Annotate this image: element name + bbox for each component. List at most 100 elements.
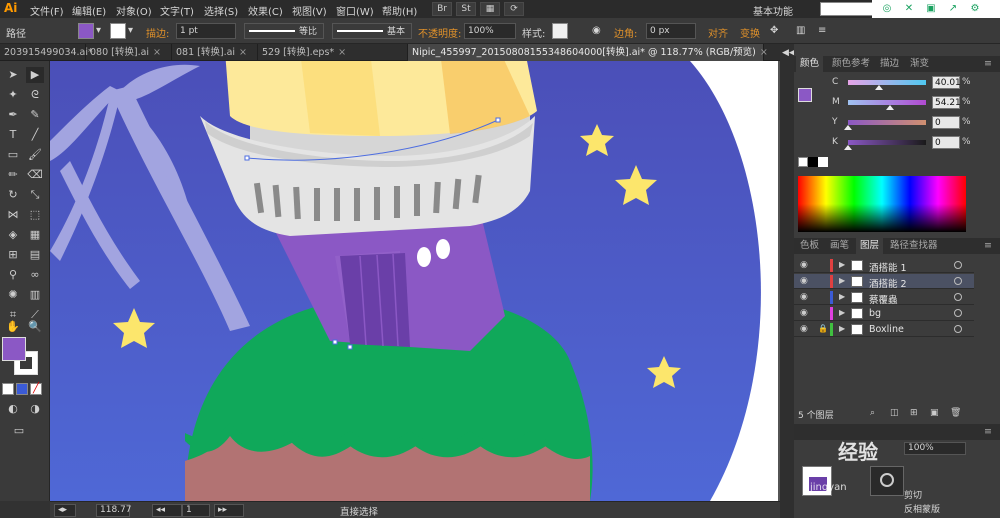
tab-color-guide[interactable]: 颜色参考 xyxy=(828,56,874,72)
layer-row[interactable]: ◉ ▶ bg xyxy=(794,306,974,321)
blend-tool-icon[interactable]: ∞ xyxy=(26,267,44,283)
menu-edit[interactable]: 编辑(E) xyxy=(72,3,106,18)
menu-select[interactable]: 选择(S) xyxy=(204,3,238,18)
eye-icon[interactable]: ◉ xyxy=(800,308,808,318)
target-icon[interactable] xyxy=(954,277,962,285)
pencil-icon[interactable]: ✏ xyxy=(4,167,22,183)
workspace-switcher[interactable]: 基本功能 xyxy=(753,3,793,18)
menu-type[interactable]: 文字(T) xyxy=(160,3,194,18)
eye-icon[interactable]: ◉ xyxy=(800,292,808,302)
canvas-area[interactable] xyxy=(50,61,780,501)
menu-effect[interactable]: 效果(C) xyxy=(248,3,283,18)
black-slider[interactable]: K 0 % xyxy=(794,134,1000,152)
selection-tool-icon[interactable]: ➤ xyxy=(4,67,22,83)
black-swatch[interactable] xyxy=(808,157,818,167)
tab-document-active[interactable]: Nipic_455997_20150808155348604000[转换].ai… xyxy=(408,44,768,61)
draw-normal-icon[interactable]: ◐ xyxy=(4,401,22,417)
clip-checkbox-label[interactable]: 剪切 xyxy=(904,488,922,501)
zoom-level-field[interactable]: 118.77 xyxy=(96,504,132,517)
chevron-right-icon[interactable]: ▶ xyxy=(839,276,845,285)
recolor-icon[interactable]: ◉ xyxy=(592,25,601,36)
chevron-right-icon[interactable]: ▶ xyxy=(839,324,845,333)
lasso-icon[interactable]: ᘓ xyxy=(26,87,44,103)
variable-width-profile[interactable]: 等比 xyxy=(244,23,324,39)
symbol-sprayer-icon[interactable]: ✺ xyxy=(4,287,22,303)
none-swatch[interactable] xyxy=(798,157,808,167)
tab-stroke[interactable]: 描边 xyxy=(876,56,903,72)
layer-row[interactable]: ◉ 🔒 ▶ Boxline xyxy=(794,322,974,337)
tab-brushes[interactable]: 画笔 xyxy=(826,238,853,254)
anchor-point[interactable] xyxy=(347,344,353,350)
graphic-style-swatch[interactable] xyxy=(552,23,568,39)
magic-wand-icon[interactable]: ✦ xyxy=(4,87,22,103)
gradient-tool-icon[interactable]: ▤ xyxy=(26,247,44,263)
transparency-opacity-field[interactable]: 100% xyxy=(904,442,966,455)
target-icon[interactable] xyxy=(954,293,962,301)
graph-tool-icon[interactable]: ▥ xyxy=(26,287,44,303)
stroke-label[interactable]: 描边: xyxy=(146,25,169,40)
panel-menu-icon[interactable]: ≡ xyxy=(980,424,996,440)
yellow-slider[interactable]: Y 0 % xyxy=(794,114,1000,132)
tab-document-4[interactable]: 529 [转换].eps* × xyxy=(258,44,408,61)
screen-mode-icon[interactable]: ▭ xyxy=(10,423,28,439)
stock-icon[interactable]: St xyxy=(456,2,476,16)
tab-document-2[interactable]: 080 [转换].ai × xyxy=(86,44,172,61)
eye-icon[interactable]: ◉ xyxy=(800,260,808,270)
eye-icon[interactable]: ◉ xyxy=(800,324,808,334)
chevron-right-icon[interactable]: ▶ xyxy=(839,292,845,301)
color-spectrum[interactable] xyxy=(798,176,966,232)
tab-pathfinder[interactable]: 路径查找器 xyxy=(886,238,942,254)
stroke-swatch[interactable] xyxy=(110,23,126,39)
rectangle-tool-icon[interactable]: ▭ xyxy=(4,147,22,163)
new-sublayer-icon[interactable]: ⊞ xyxy=(910,408,920,418)
target-icon[interactable] xyxy=(954,309,962,317)
gradient-mode-icon[interactable] xyxy=(16,383,28,395)
draw-inside-icon[interactable]: ◑ xyxy=(26,401,44,417)
tab-swatches[interactable]: 色板 xyxy=(796,238,823,254)
layer-row[interactable]: ◉ ▶ 酒搭能 1 xyxy=(794,258,974,274)
tab-gradient[interactable]: 渐变 xyxy=(906,56,933,72)
tab-layers[interactable]: 图层 xyxy=(856,238,884,254)
fill-color-swatch[interactable] xyxy=(2,337,26,361)
clipping-mask-icon[interactable]: ◫ xyxy=(890,408,900,418)
direct-selection-tool-icon[interactable]: ▶ xyxy=(26,67,44,83)
eye-icon[interactable]: ◉ xyxy=(800,276,808,286)
artboard-navigator-next[interactable]: ▸▸ xyxy=(214,504,244,517)
eraser-icon[interactable]: ⌫ xyxy=(26,167,44,183)
expand-icon[interactable]: ✕ xyxy=(902,3,916,15)
panel-menu-icon[interactable]: ≡ xyxy=(818,25,826,36)
magenta-slider[interactable]: M 54.21 % xyxy=(794,94,1000,112)
share-icon[interactable]: ↗ xyxy=(946,3,960,15)
scale-tool-icon[interactable]: ⤡ xyxy=(26,187,44,203)
chevron-right-icon[interactable]: ▶ xyxy=(839,308,845,317)
menu-file[interactable]: 文件(F) xyxy=(30,3,64,18)
anchor-point[interactable] xyxy=(495,117,501,123)
chevron-down-icon[interactable]: ▾ xyxy=(96,25,101,36)
zoom-tool-icon[interactable]: 🔍 xyxy=(26,319,44,335)
brush-definition[interactable]: 基本 xyxy=(332,23,412,39)
none-mode-icon[interactable]: ╱ xyxy=(30,383,42,395)
align-label[interactable]: 对齐 xyxy=(708,25,728,40)
corner-radius-field[interactable]: 0 px xyxy=(646,23,696,39)
paintbrush-icon[interactable]: 🖌 xyxy=(26,147,44,163)
menu-help[interactable]: 帮助(H) xyxy=(382,3,417,18)
bookmark-icon[interactable]: ◎ xyxy=(880,3,894,15)
tab-color[interactable]: 颜色 xyxy=(796,56,824,72)
new-layer-icon[interactable]: ▣ xyxy=(930,408,940,418)
tab-document-1[interactable]: 203915499034.ai* xyxy=(0,44,93,61)
free-transform-icon[interactable]: ⬚ xyxy=(26,207,44,223)
layer-row-selected[interactable]: ◉ ▶ 酒搭能 2 xyxy=(794,274,974,290)
type-tool-icon[interactable]: T xyxy=(4,127,22,143)
transform-label[interactable]: 变换 xyxy=(740,25,760,40)
artboard-navigator[interactable]: ◂◂ xyxy=(152,504,182,517)
fill-swatch[interactable] xyxy=(78,23,94,39)
chevron-down-icon[interactable]: ▾ xyxy=(128,25,133,36)
opacity-field[interactable]: 100% xyxy=(464,23,516,39)
sync-icon[interactable]: ⟳ xyxy=(504,2,524,16)
anchor-point[interactable] xyxy=(244,155,250,161)
panel-menu-icon[interactable]: ≡ xyxy=(980,56,996,72)
rotate-tool-icon[interactable]: ↻ xyxy=(4,187,22,203)
perspective-grid-icon[interactable]: ▦ xyxy=(26,227,44,243)
arrange-icon[interactable]: ▦ xyxy=(480,2,500,16)
tower-door[interactable] xyxy=(340,253,410,347)
